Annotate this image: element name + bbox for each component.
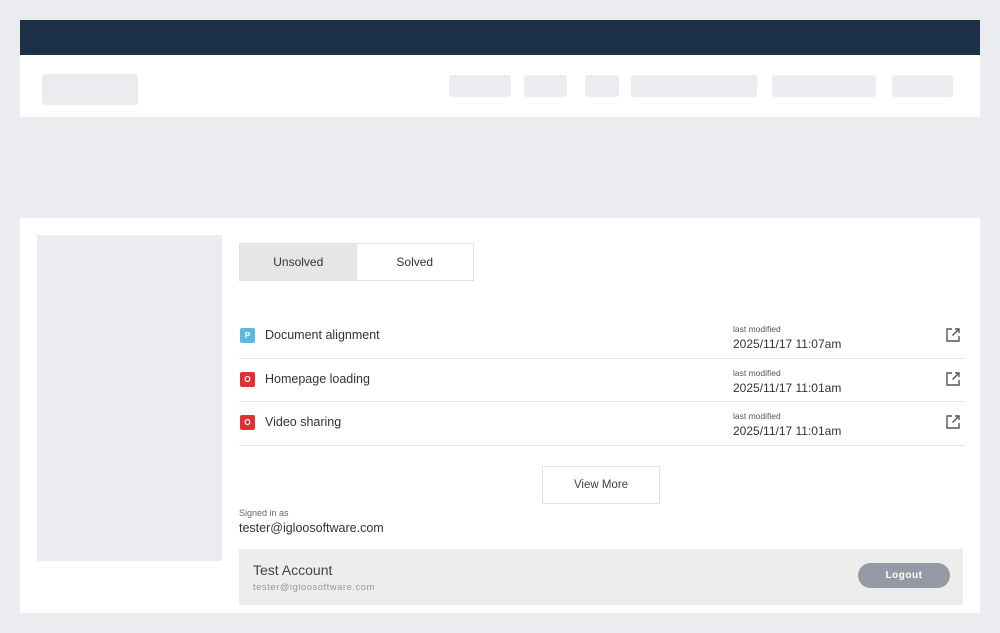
nav-item-placeholder[interactable] (631, 75, 757, 97)
status-badge: O (240, 371, 255, 387)
modified-label: last modified (733, 411, 781, 421)
nav-item-placeholder[interactable] (524, 75, 567, 97)
status-badge: P (240, 328, 255, 343)
nav-item-placeholder[interactable] (892, 75, 953, 97)
logo-placeholder (42, 74, 138, 105)
modified-date: 2025/11/17 11:07am (733, 337, 842, 351)
modified-date: 2025/11/17 11:01am (733, 424, 842, 438)
sidebar-placeholder (37, 235, 222, 561)
view-more-button[interactable]: View More (542, 466, 660, 504)
modified-label: last modified (733, 367, 781, 378)
signed-in-email: tester@igloosoftware.com (239, 521, 384, 535)
account-name: Test Account (253, 562, 333, 578)
modified-date: 2025/11/17 11:01am (733, 380, 842, 395)
item-title[interactable]: Homepage loading (265, 372, 370, 386)
nav-item-placeholder[interactable] (449, 75, 511, 97)
item-title[interactable]: Document alignment (265, 328, 380, 342)
list-item[interactable]: O Video sharing last modified 2025/11/17… (239, 402, 964, 446)
list-item[interactable]: O Homepage loading last modified 2025/11… (239, 359, 964, 402)
external-link-icon[interactable] (945, 371, 961, 387)
tab-solved[interactable]: Solved (357, 244, 474, 280)
nav-item-placeholder[interactable] (585, 75, 619, 97)
modified-label: last modified (733, 324, 781, 334)
main-card: Unsolved Solved P Document alignment las… (20, 218, 980, 613)
logout-button[interactable]: Logout (858, 563, 950, 588)
item-title[interactable]: Video sharing (265, 415, 341, 429)
account-email: tester@igloosoftware.com (253, 582, 375, 593)
list-item[interactable]: P Document alignment last modified 2025/… (239, 315, 964, 359)
tab-bar: Unsolved Solved (239, 243, 474, 281)
tab-unsolved[interactable]: Unsolved (240, 244, 357, 280)
nav-item-placeholder[interactable] (772, 75, 876, 97)
signed-in-label: Signed in as (239, 508, 289, 518)
status-badge: O (240, 415, 255, 430)
account-panel: Test Account tester@igloosoftware.com Lo… (239, 549, 963, 605)
external-link-icon[interactable] (945, 414, 961, 430)
external-link-icon[interactable] (945, 327, 961, 343)
nav-bar (20, 55, 980, 117)
top-bar (20, 20, 980, 55)
ticket-list: P Document alignment last modified 2025/… (239, 315, 964, 446)
